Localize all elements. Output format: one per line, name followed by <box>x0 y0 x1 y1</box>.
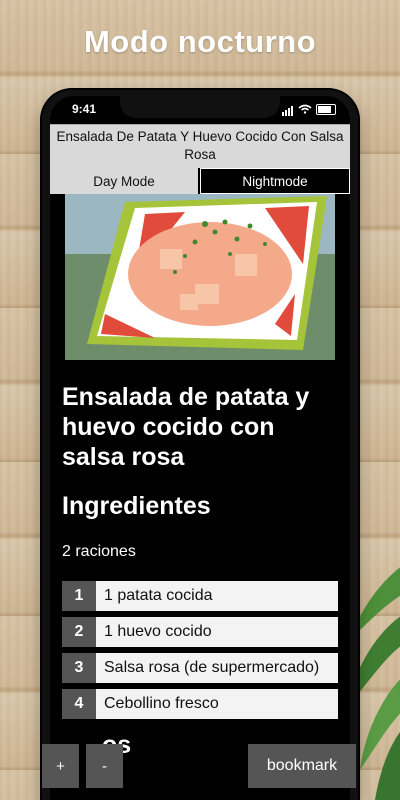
bookmark-button[interactable]: bookmark <box>248 744 356 788</box>
status-bar: 9:41 <box>50 96 350 124</box>
day-mode-button[interactable]: Day Mode <box>50 168 200 194</box>
recipe-photo <box>65 194 335 360</box>
ingredient-number: 2 <box>62 617 96 647</box>
signal-icon <box>282 102 294 116</box>
phone-frame: 9:41 Ensalada De Patata Y Huevo Cocido C… <box>42 90 358 800</box>
recipe-title-bar: Ensalada De Patata Y Huevo Cocido Con Sa… <box>50 124 350 168</box>
app-screen: 9:41 Ensalada De Patata Y Huevo Cocido C… <box>50 96 350 800</box>
promo-headline: Modo nocturno <box>83 24 317 59</box>
ingredient-text: 1 huevo cocido <box>96 617 338 647</box>
ingredient-text: 1 patata cocida <box>96 581 338 611</box>
ingredient-item: 2 1 huevo cocido <box>62 617 338 647</box>
ingredient-item: 3 Salsa rosa (de supermercado) <box>62 653 338 683</box>
ingredient-text: Salsa rosa (de supermercado) <box>96 653 338 683</box>
ingredients-heading: Ingredientes <box>62 492 211 520</box>
ingredient-item: 1 1 patata cocida <box>62 581 338 611</box>
font-increase-button[interactable]: + <box>42 744 79 788</box>
ingredient-text: Cebollino fresco <box>96 689 338 719</box>
status-time: 9:41 <box>72 102 97 116</box>
battery-icon <box>316 103 336 115</box>
recipe-content: Ensalada de patata y huevo cocido con sa… <box>50 194 350 760</box>
mode-toggle: Day Mode Nightmode <box>50 168 350 194</box>
servings-text: 2 raciones <box>62 543 136 560</box>
wifi-icon <box>298 104 312 114</box>
font-decrease-button[interactable]: - <box>86 744 123 788</box>
ingredient-number: 3 <box>62 653 96 683</box>
nightmode-button[interactable]: Nightmode <box>200 168 350 194</box>
ingredient-number: 1 <box>62 581 96 611</box>
ingredient-number: 4 <box>62 689 96 719</box>
ingredient-item: 4 Cebollino fresco <box>62 689 338 719</box>
notch <box>120 96 280 118</box>
ingredients-list: 1 1 patata cocida 2 1 huevo cocido 3 Sal… <box>62 581 338 719</box>
recipe-heading: Ensalada de patata y huevo cocido con sa… <box>62 383 310 471</box>
status-icons <box>282 102 336 116</box>
